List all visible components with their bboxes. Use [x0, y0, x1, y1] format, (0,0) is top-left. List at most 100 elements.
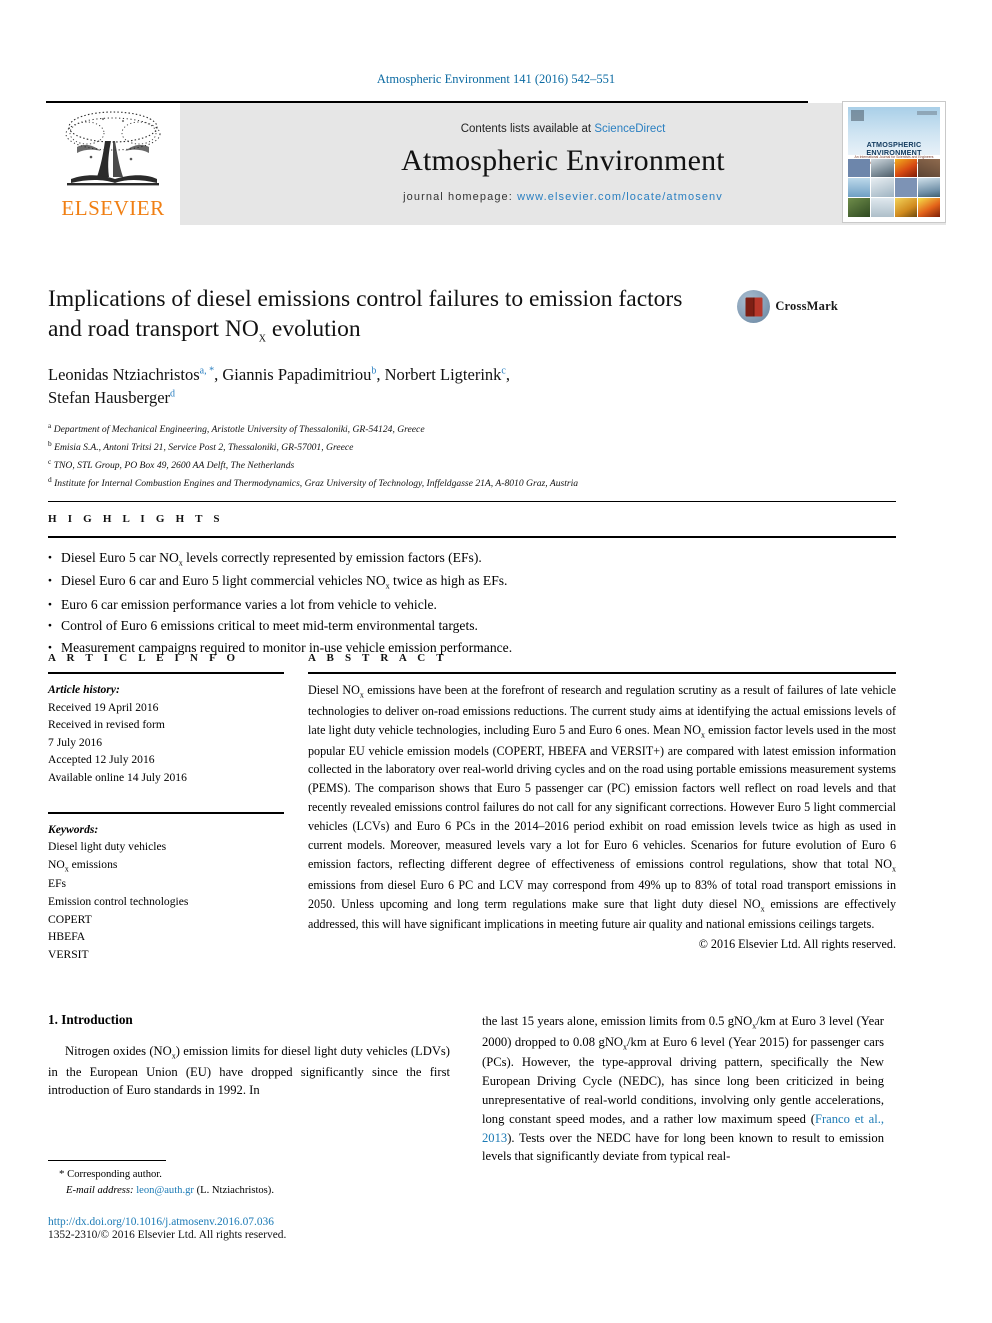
- title-line-1: Implications of diesel emissions control…: [48, 286, 683, 312]
- affiliation-mark: a: [48, 421, 52, 431]
- keywords-block: Keywords: Diesel light duty vehicles NOx…: [48, 821, 284, 964]
- affiliation-mark: c: [48, 456, 52, 466]
- abstract-copyright: © 2016 Elsevier Ltd. All rights reserved…: [698, 937, 896, 952]
- elsevier-logo: ELSEVIER: [46, 103, 180, 225]
- corresponding-author-footnote: * Corresponding author. E-mail address: …: [48, 1160, 450, 1200]
- author-name: Giannis Papadimitriou: [222, 364, 372, 384]
- corresponding-line: * Corresponding author.: [48, 1166, 450, 1183]
- history-item: Received in revised form: [48, 718, 165, 732]
- affiliation-item: c TNO, STL Group, PO Box 49, 2600 AA Del…: [48, 456, 838, 474]
- article-info-divider: [48, 672, 284, 674]
- page-title: Implications of diesel emissions control…: [48, 284, 838, 347]
- crossmark-badge[interactable]: CrossMark: [737, 290, 838, 323]
- email-link[interactable]: leon@auth.gr: [136, 1185, 194, 1196]
- info-abstract-row: A R T I C L E I N F O Article history: R…: [48, 652, 896, 963]
- contents-prefix: Contents lists available at: [460, 123, 595, 135]
- author-marks: d: [170, 388, 176, 400]
- affiliation-item: b Emisia S.A., Antoni Tritsi 21, Service…: [48, 438, 838, 456]
- author-name: Norbert Ligterink: [384, 364, 502, 384]
- author-list: Leonidas Ntziachristosa, *, Giannis Papa…: [48, 364, 510, 407]
- doi-block: http://dx.doi.org/10.1016/j.atmosenv.201…: [48, 1216, 508, 1241]
- keyword-item: VERSIT: [48, 947, 89, 961]
- crossmark-icon: [737, 290, 771, 323]
- history-item: Available online 14 July 2016: [48, 771, 187, 785]
- history-item: 7 July 2016: [48, 735, 103, 749]
- cover-photo-grid: [848, 158, 940, 217]
- title-block: CrossMark Implications of diesel emissio…: [48, 284, 838, 491]
- journal-masthead: ELSEVIER Contents lists available at Sci…: [46, 101, 946, 225]
- keywords-label: Keywords:: [48, 822, 99, 836]
- intro-right-post: ). Tests over the NEDC have for long bee…: [482, 1130, 884, 1164]
- author-marks: b: [371, 365, 377, 377]
- issn-copyright: 1352-2310/© 2016 Elsevier Ltd. All right…: [48, 1229, 287, 1241]
- keywords-divider: [48, 811, 284, 814]
- abstract-heading: A B S T R A C T: [308, 652, 448, 664]
- highlight-text: Euro 6 car emission performance varies a…: [61, 596, 437, 612]
- title-nox-subscript: X: [258, 333, 267, 345]
- author-name: Stefan Hausberger: [48, 387, 171, 407]
- email-suffix: (L. Ntziachristos).: [196, 1185, 274, 1197]
- keyword-item: Diesel light duty vehicles: [48, 840, 167, 854]
- contents-line: Contents lists available at ScienceDirec…: [461, 123, 666, 135]
- abstract-text: Diesel NOx emissions have been at the fo…: [308, 683, 896, 932]
- elsevier-wordmark: ELSEVIER: [61, 196, 165, 220]
- journal-homepage-line: journal homepage: www.elsevier.com/locat…: [403, 191, 723, 203]
- doi-link[interactable]: http://dx.doi.org/10.1016/j.atmosenv.201…: [48, 1216, 508, 1228]
- crossmark-label: CrossMark: [775, 299, 838, 313]
- corresponding-label: Corresponding author.: [67, 1169, 162, 1180]
- footnote-body: * Corresponding author. E-mail address: …: [48, 1166, 450, 1200]
- highlight-text: Diesel Euro 5 car NOx levels correctly r…: [61, 550, 482, 568]
- journal-banner: Contents lists available at ScienceDirec…: [180, 103, 946, 225]
- history-item: Accepted 12 July 2016: [48, 753, 155, 767]
- author-name: Leonidas Ntziachristos: [48, 364, 200, 384]
- affiliation-text: TNO, STL Group, PO Box 49, 2600 AA Delft…: [53, 460, 295, 472]
- email-line: E-mail address: leon@auth.gr (L. Ntziach…: [48, 1183, 450, 1199]
- highlight-text: Diesel Euro 6 car and Euro 5 light comme…: [61, 573, 508, 592]
- affiliation-mark: b: [48, 439, 52, 449]
- body-column-left: 1. Introduction Nitrogen oxides (NOx) em…: [48, 1012, 450, 1166]
- affiliation-text: Emisia S.A., Antoni Tritsi 21, Service P…: [54, 442, 354, 454]
- body-column-right: the last 15 years alone, emission limits…: [482, 1012, 884, 1166]
- keyword-item: HBEFA: [48, 930, 86, 944]
- keyword-item: NOx emissions: [48, 857, 118, 874]
- journal-cover-thumbnail: ATMOSPHERIC ENVIRONMENT An International…: [842, 101, 946, 223]
- list-item: Diesel Euro 6 car and Euro 5 light comme…: [48, 570, 896, 593]
- footnote-rule: [48, 1160, 166, 1161]
- affiliation-item: d Institute for Internal Combustion Engi…: [48, 474, 838, 492]
- cover-elsevier-mark: [851, 110, 864, 121]
- list-item: Diesel Euro 5 car NOx levels correctly r…: [48, 547, 896, 570]
- affiliation-mark: d: [48, 474, 52, 484]
- affiliation-list: a Department of Mechanical Engineering, …: [48, 420, 838, 491]
- article-info-column: A R T I C L E I N F O Article history: R…: [48, 652, 284, 963]
- author-marks: c: [501, 365, 506, 377]
- intro-paragraph-left: Nitrogen oxides (NOx) emission limits fo…: [48, 1044, 451, 1098]
- affiliation-item: a Department of Mechanical Engineering, …: [48, 420, 838, 438]
- abstract-column: A B S T R A C T Diesel NOx emissions hav…: [308, 652, 896, 963]
- highlights-list: Diesel Euro 5 car NOx levels correctly r…: [48, 547, 896, 659]
- article-history-label: Article history:: [48, 683, 120, 696]
- history-item: Received 19 April 2016: [48, 700, 159, 714]
- section-heading-introduction: 1. Introduction: [48, 1012, 133, 1027]
- running-head: Atmospheric Environment 141 (2016) 542–5…: [376, 72, 616, 86]
- affiliation-text: Institute for Internal Combustion Engine…: [54, 477, 579, 489]
- sciencedirect-link[interactable]: ScienceDirect: [594, 123, 665, 135]
- highlight-text: Control of Euro 6 emissions critical to …: [61, 618, 478, 634]
- article-first-page: Atmospheric Environment 141 (2016) 542–5…: [0, 0, 992, 1323]
- list-item: Euro 6 car emission performance varies a…: [48, 594, 896, 616]
- article-info-heading: A R T I C L E I N F O: [48, 652, 240, 664]
- homepage-prefix: journal homepage:: [403, 191, 518, 203]
- highlights-divider: [48, 536, 896, 538]
- list-item: Control of Euro 6 emissions critical to …: [48, 615, 896, 637]
- email-label: E-mail address:: [66, 1185, 134, 1197]
- title-line-2b: evolution: [266, 316, 361, 343]
- article-history-block: Article history: Received 19 April 2016 …: [48, 681, 284, 787]
- keyword-item: EFs: [48, 877, 67, 891]
- intro-right-pre: the last 15 years alone, emission limits…: [482, 1014, 885, 1126]
- intro-paragraph-right: the last 15 years alone, emission limits…: [482, 1012, 884, 1166]
- author-marks: a, *: [199, 365, 215, 377]
- footnote-star: *: [59, 1168, 65, 1180]
- highlights-heading: H I G H L I G H T S: [48, 513, 224, 525]
- abstract-divider: [308, 672, 896, 674]
- journal-homepage-link[interactable]: www.elsevier.com/locate/atmosenv: [517, 191, 723, 203]
- journal-title: Atmospheric Environment: [401, 144, 725, 177]
